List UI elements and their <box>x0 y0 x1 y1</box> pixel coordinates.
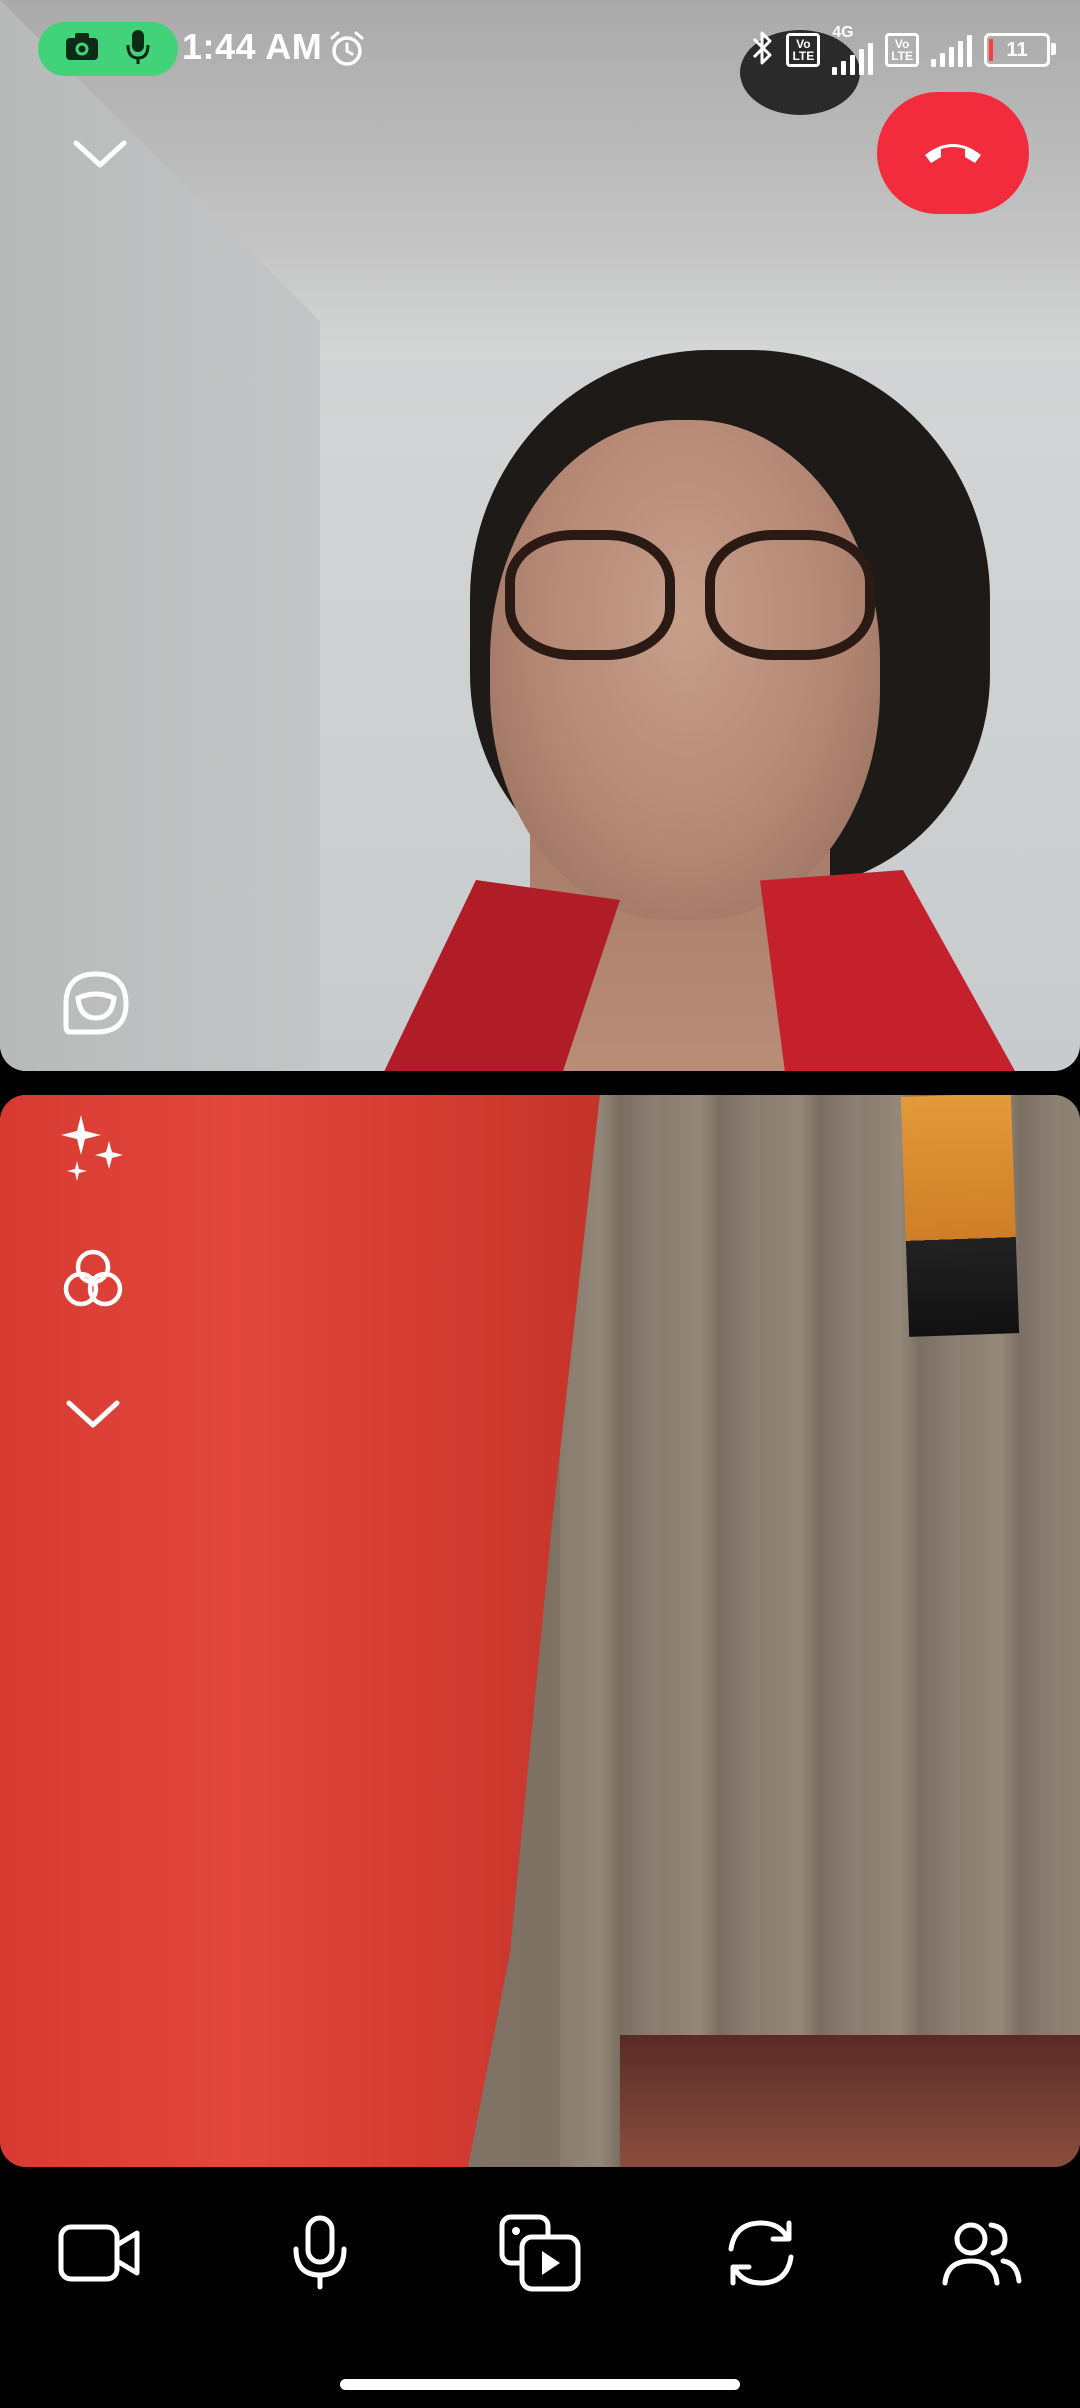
share-media-button[interactable] <box>485 2200 595 2310</box>
captions-button[interactable] <box>52 962 138 1048</box>
signal-1: 4G <box>832 24 874 75</box>
camera-icon <box>65 32 99 67</box>
glasses-right-lens <box>705 530 875 660</box>
signal-bars-icon <box>832 41 874 75</box>
participants-button[interactable] <box>926 2200 1036 2310</box>
toggle-video-button[interactable] <box>44 2200 154 2310</box>
chevron-down-icon <box>65 1397 121 1434</box>
volte-badge-2: Vo LTE <box>885 33 919 67</box>
flip-camera-button[interactable] <box>706 2200 816 2310</box>
battery-icon: 11 <box>984 33 1056 67</box>
poster <box>900 1095 1020 1337</box>
status-indicators: Vo LTE 4G Vo LTE 11 <box>750 22 1056 78</box>
chevron-down-icon <box>72 137 128 174</box>
bluetooth-icon <box>750 29 774 72</box>
glasses-left-lens <box>505 530 675 660</box>
more-options-button[interactable] <box>52 1380 134 1450</box>
privacy-indicator-pill <box>38 22 178 76</box>
end-call-button[interactable] <box>877 92 1029 214</box>
signal-bars-icon <box>931 33 972 67</box>
hang-up-icon <box>921 137 985 170</box>
scarf <box>760 870 1020 1071</box>
sparkles-icon <box>57 1111 129 1188</box>
toggle-microphone-button[interactable] <box>265 2200 375 2310</box>
video-camera-icon <box>57 2221 141 2290</box>
microphone-icon <box>290 2215 350 2296</box>
table <box>620 2035 1080 2167</box>
home-indicator[interactable] <box>340 2379 740 2390</box>
participants-icon <box>939 2217 1023 2294</box>
volte-badge-1: Vo LTE <box>786 33 821 67</box>
self-video[interactable] <box>0 1095 1080 2167</box>
status-bar: 1:44 AM Vo LTE 4G Vo LTE 11 <box>0 0 1080 100</box>
status-time: 1:44 AM <box>182 26 323 67</box>
network-type: 4G <box>832 24 854 41</box>
minimize-call-button[interactable] <box>60 120 140 190</box>
media-share-icon <box>498 2213 582 2298</box>
person-face <box>490 420 880 920</box>
battery-level: 11 <box>1006 38 1028 61</box>
flip-camera-icon <box>721 2213 801 2298</box>
microphone-icon <box>125 29 151 70</box>
call-toolbar <box>0 2190 1080 2320</box>
alarm-icon <box>328 30 366 68</box>
filters-button[interactable] <box>52 1240 134 1322</box>
color-filters-icon <box>57 1243 129 1320</box>
sticker-chat-icon <box>56 964 134 1047</box>
effects-button[interactable] <box>52 1108 134 1190</box>
